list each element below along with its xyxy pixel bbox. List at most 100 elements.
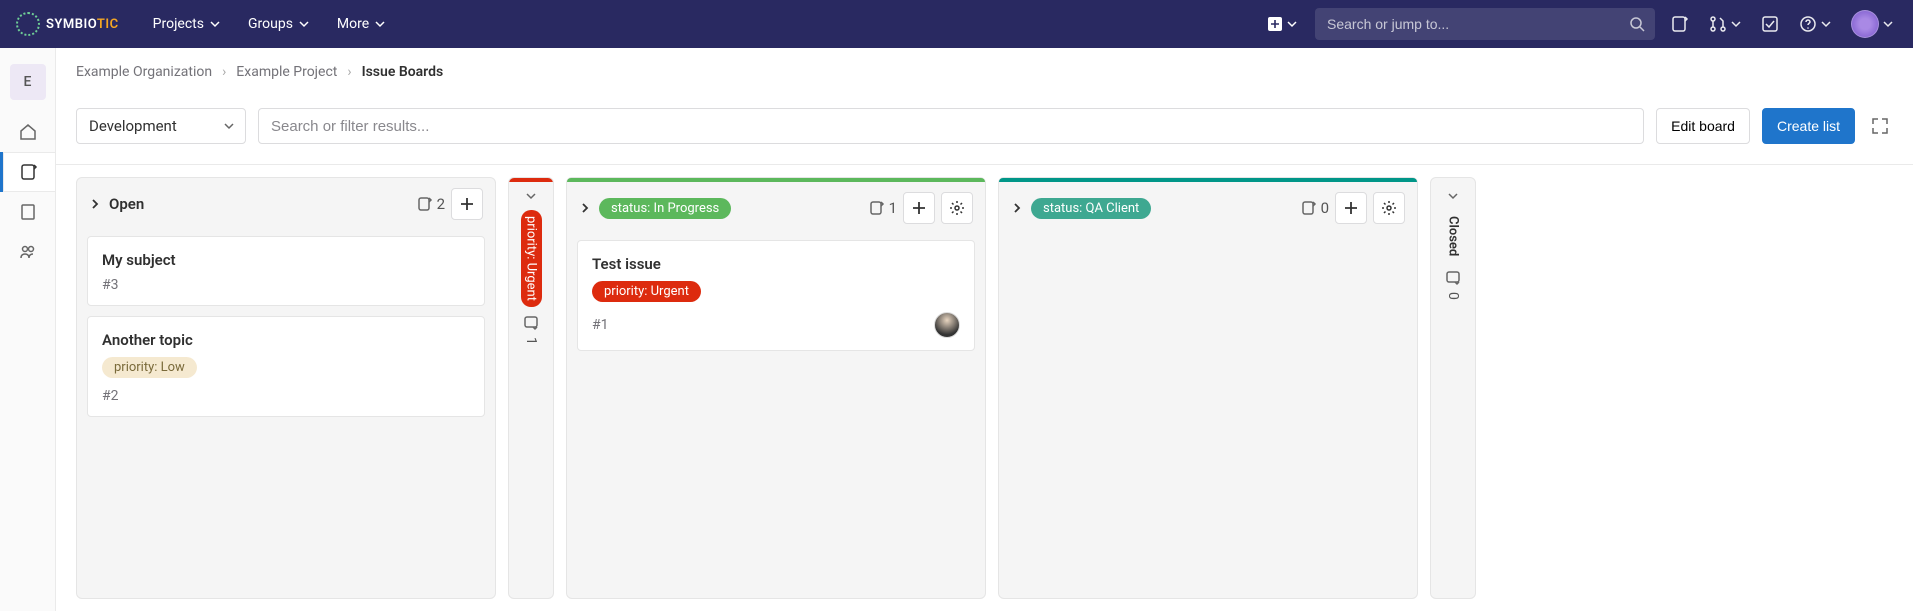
plus-icon (1267, 16, 1283, 32)
column-in-progress: status: In Progress 1 (566, 177, 986, 599)
logo-text: SYMBIOTIC (46, 17, 119, 32)
assignee-avatar[interactable] (934, 312, 960, 338)
chevron-down-icon (1821, 19, 1831, 29)
board-toolbar: Development Edit board Create list (56, 96, 1913, 165)
issue-icon (869, 200, 885, 216)
issue-icon (523, 315, 539, 331)
issue-card[interactable]: Another topic priority: Low #2 (87, 316, 485, 417)
card-id: #1 (592, 317, 609, 333)
chevron-right-icon: › (222, 64, 226, 80)
sidebar-issues-icon[interactable] (0, 152, 56, 192)
merge-requests-icon[interactable] (1705, 11, 1745, 37)
avatar-icon (1851, 10, 1879, 38)
plus-icon (460, 197, 474, 211)
issue-card[interactable]: Test issue priority: Urgent #1 (577, 240, 975, 351)
column-count: 1 (523, 315, 539, 345)
nav-more[interactable]: More (327, 8, 395, 40)
column-header: status: QA Client 0 (999, 182, 1417, 234)
global-search-wrap (1315, 8, 1655, 40)
nav-projects[interactable]: Projects (143, 8, 230, 40)
focus-mode-icon[interactable] (1867, 113, 1893, 139)
column-header: Open 2 (77, 178, 495, 230)
gear-icon (949, 200, 965, 216)
column-body: My subject #3 Another topic priority: Lo… (77, 230, 495, 598)
project-sidebar: E (0, 48, 56, 611)
issue-icon (417, 196, 433, 212)
breadcrumb: Example Organization › Example Project ›… (56, 48, 1913, 96)
chevron-down-icon (375, 19, 385, 29)
add-issue-button[interactable] (903, 192, 935, 224)
expand-column-icon[interactable] (525, 190, 537, 202)
column-count: 2 (417, 195, 445, 213)
chevron-right-icon[interactable] (579, 202, 591, 214)
breadcrumb-org[interactable]: Example Organization (76, 64, 212, 80)
expand-column-icon[interactable] (1447, 190, 1459, 202)
nav-label: Projects (153, 16, 204, 32)
column-label: status: QA Client (1031, 198, 1151, 219)
breadcrumb-project[interactable]: Example Project (236, 64, 337, 80)
card-labels: priority: Low (102, 357, 470, 378)
issue-icon (1445, 270, 1461, 286)
todos-icon[interactable] (1757, 11, 1783, 37)
plus-icon (1344, 201, 1358, 215)
column-label: Closed (1443, 210, 1464, 262)
add-issue-button[interactable] (451, 188, 483, 220)
sidebar-wiki-icon[interactable] (0, 192, 56, 232)
board-picker[interactable]: Development (76, 108, 246, 144)
main-content: Example Organization › Example Project ›… (56, 48, 1913, 611)
label-priority-low: priority: Low (102, 357, 197, 378)
breadcrumb-current: Issue Boards (362, 64, 444, 80)
nav-label: More (337, 16, 369, 32)
column-count: 0 (1301, 199, 1329, 217)
card-id: #3 (102, 277, 470, 293)
column-qa-client: status: QA Client 0 (998, 177, 1418, 599)
column-count: 0 (1445, 270, 1461, 300)
chevron-down-icon (1731, 19, 1741, 29)
gear-icon (1381, 200, 1397, 216)
search-icon (1629, 16, 1645, 32)
chevron-down-icon (299, 19, 309, 29)
plus-icon (912, 201, 926, 215)
label-priority-urgent: priority: Urgent (592, 281, 701, 302)
navbar-right (1261, 6, 1897, 42)
logo-mark-icon (16, 12, 40, 36)
column-accent (509, 178, 553, 182)
column-closed-collapsed[interactable]: Closed 0 (1430, 177, 1476, 599)
column-label: priority: Urgent (521, 210, 542, 307)
project-avatar[interactable]: E (10, 64, 46, 100)
board-picker-label: Development (89, 117, 177, 135)
help-icon[interactable] (1795, 11, 1835, 37)
column-body (999, 234, 1417, 598)
card-title: Another topic (102, 331, 470, 349)
card-id: #2 (102, 388, 470, 404)
issue-card[interactable]: My subject #3 (87, 236, 485, 306)
sidebar-members-icon[interactable] (0, 232, 56, 272)
add-issue-button[interactable] (1335, 192, 1367, 224)
sidebar-home-icon[interactable] (0, 112, 56, 152)
issues-icon[interactable] (1667, 11, 1693, 37)
brand-logo[interactable]: SYMBIOTIC (16, 12, 119, 36)
board-columns: Open 2 My subject #3 (56, 165, 1913, 611)
column-settings-button[interactable] (1373, 192, 1405, 224)
chevron-right-icon[interactable] (89, 198, 101, 210)
create-list-button[interactable]: Create list (1762, 108, 1855, 144)
edit-board-button[interactable]: Edit board (1656, 108, 1750, 144)
card-title: My subject (102, 251, 470, 269)
global-navbar: SYMBIOTIC Projects Groups More (0, 0, 1913, 48)
chevron-down-icon (210, 19, 220, 29)
column-header: status: In Progress 1 (567, 182, 985, 234)
column-settings-button[interactable] (941, 192, 973, 224)
board-filter-input[interactable] (258, 108, 1644, 144)
chevron-right-icon[interactable] (1011, 202, 1023, 214)
user-avatar-menu[interactable] (1847, 6, 1897, 42)
primary-nav: Projects Groups More (143, 8, 396, 40)
chevron-down-icon (1287, 19, 1297, 29)
nav-groups[interactable]: Groups (238, 8, 319, 40)
new-dropdown-button[interactable] (1261, 10, 1303, 38)
column-label: status: In Progress (599, 198, 731, 219)
column-priority-urgent-collapsed[interactable]: priority: Urgent 1 (508, 177, 554, 599)
card-title: Test issue (592, 255, 960, 273)
global-search-input[interactable] (1315, 8, 1655, 40)
column-body: Test issue priority: Urgent #1 (567, 234, 985, 598)
card-labels: priority: Urgent (592, 281, 960, 302)
